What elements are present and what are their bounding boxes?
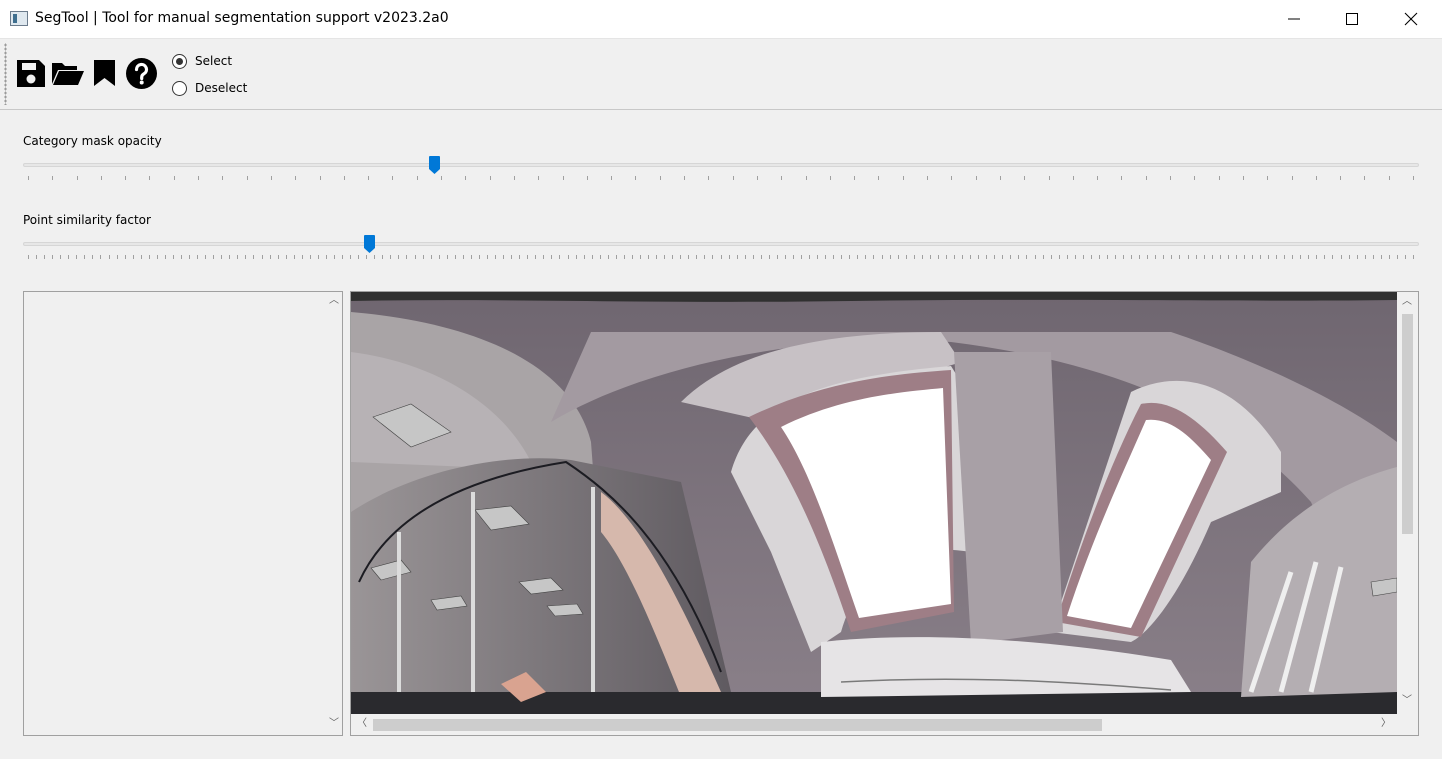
close-button[interactable] — [1382, 0, 1440, 38]
opacity-slider-ticks — [28, 176, 1414, 180]
similarity-slider-label: Point similarity factor — [23, 213, 151, 227]
close-icon — [1404, 12, 1418, 26]
scroll-down-arrow-icon[interactable]: ﹀ — [1402, 696, 1412, 706]
image-vertical-scrollbar[interactable]: ︿ ﹀ — [1397, 292, 1418, 714]
vertical-scroll-thumb[interactable] — [1402, 314, 1413, 534]
toolbar: Select Deselect — [0, 39, 1442, 110]
category-list-scrollbar[interactable]: ︿ ﹀ — [325, 292, 342, 735]
minimize-icon — [1288, 18, 1300, 20]
select-radio-option[interactable]: Select — [172, 52, 232, 70]
panorama-image[interactable] — [351, 292, 1397, 714]
minimize-button[interactable] — [1265, 0, 1323, 38]
similarity-slider-ticks — [28, 255, 1414, 259]
scroll-left-arrow-icon[interactable]: 〈 — [357, 719, 367, 729]
opacity-slider-handle[interactable] — [429, 156, 441, 174]
maximize-icon — [1346, 13, 1358, 25]
opacity-slider-label: Category mask opacity — [23, 134, 162, 148]
bookmark-button[interactable] — [91, 57, 123, 89]
title-bar: SegTool | Tool for manual segmentation s… — [0, 0, 1442, 39]
category-list-panel[interactable]: ︿ ﹀ — [23, 291, 343, 736]
horizontal-scroll-thumb[interactable] — [373, 719, 1102, 731]
save-icon — [17, 60, 45, 87]
similarity-slider-handle[interactable] — [363, 235, 375, 253]
image-horizontal-scrollbar[interactable]: 〈 〉 — [351, 714, 1397, 735]
maximize-button[interactable] — [1323, 0, 1381, 38]
help-button[interactable] — [125, 57, 157, 89]
scroll-right-arrow-icon[interactable]: 〉 — [1381, 719, 1391, 729]
image-viewer[interactable]: ︿ ﹀ 〈 〉 — [350, 291, 1419, 736]
window-title: SegTool | Tool for manual segmentation s… — [35, 10, 449, 26]
help-icon — [126, 58, 157, 89]
bookmark-icon — [94, 60, 115, 86]
scroll-down-arrow-icon[interactable]: ﹀ — [329, 719, 339, 729]
scroll-up-arrow-icon[interactable]: ︿ — [1402, 297, 1412, 307]
open-folder-button[interactable] — [51, 57, 84, 89]
scroll-up-arrow-icon[interactable]: ︿ — [329, 296, 339, 306]
toolbar-grip[interactable] — [4, 43, 7, 105]
panorama-room-scene — [351, 292, 1397, 714]
deselect-radio[interactable] — [172, 80, 187, 96]
save-button[interactable] — [15, 57, 47, 89]
folder-open-icon — [52, 63, 84, 85]
deselect-radio-label: Deselect — [195, 81, 248, 95]
similarity-slider-track[interactable] — [23, 242, 1419, 246]
select-radio-label: Select — [195, 54, 233, 68]
app-window-icon — [10, 11, 28, 26]
opacity-slider-track[interactable] — [23, 163, 1419, 167]
select-radio[interactable] — [172, 53, 187, 69]
deselect-radio-option[interactable]: Deselect — [172, 79, 247, 97]
